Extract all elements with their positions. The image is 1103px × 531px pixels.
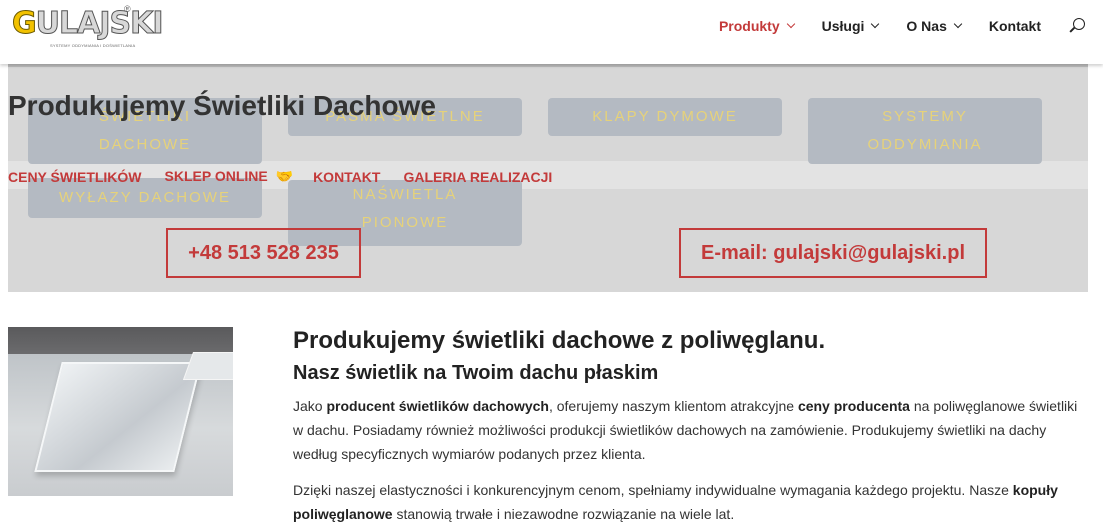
category-klapy-dymowe[interactable]: KLAPY DYMOWE xyxy=(548,98,782,136)
category-line: WYŁAZY DACHOWE xyxy=(59,189,231,206)
hero-links: CENY ŚWIETLIKÓW SKLEP ONLINE 🤝 KONTAKT G… xyxy=(8,168,575,185)
logo[interactable]: GULAJSKI ® SYSTEMY ODDYMIANIA I DOŚWIETL… xyxy=(12,4,164,50)
category-line: SYSTEMY xyxy=(882,108,968,125)
handshake-icon: 🤝 xyxy=(275,168,294,184)
chevron-down-icon xyxy=(871,19,880,29)
logo-text: GULAJSKI xyxy=(12,6,164,42)
site-header: GULAJSKI ® SYSTEMY ODDYMIANIA I DOŚWIETL… xyxy=(0,0,1103,64)
link-label: SKLEP ONLINE xyxy=(164,168,268,184)
link-kontakt[interactable]: KONTAKT xyxy=(313,169,380,185)
nav-label: Produkty xyxy=(718,18,780,34)
hero-divider xyxy=(8,64,1088,67)
nav-item-produkty[interactable]: Produkty xyxy=(718,18,795,34)
chevron-down-icon xyxy=(786,19,795,29)
category-line: DACHOWE xyxy=(98,136,192,153)
content-paragraph-2: Dzięki naszej elastyczności i konkurency… xyxy=(293,482,1058,522)
content-paragraph-1: Jako producent świetlików dachowych, ofe… xyxy=(293,398,1078,462)
nav-label: O Nas xyxy=(906,18,947,34)
content-title: Produkujemy świetliki dachowe z poliwęgl… xyxy=(293,327,826,354)
category-systemy-oddymiania[interactable]: SYSTEMY ODDYMIANIA xyxy=(808,98,1042,164)
nav-item-o-nas[interactable]: O Nas xyxy=(906,18,963,34)
nav-label: Usługi xyxy=(821,18,865,34)
logo-tagline: SYSTEMY ODDYMIANIA I DOŚWIETLANIA xyxy=(50,43,136,48)
nav-item-kontakt[interactable]: Kontakt xyxy=(989,18,1041,34)
link-ceny-swietlikow[interactable]: CENY ŚWIETLIKÓW xyxy=(8,169,142,185)
content-subtitle: Nasz świetlik na Twoim dachu płaskim xyxy=(293,362,659,384)
phone-button[interactable]: +48 513 528 235 xyxy=(166,228,361,278)
nav-label: Kontakt xyxy=(988,18,1041,34)
hero-title: Produkujemy Świetliki Dachowe xyxy=(8,90,436,121)
hero-section: ŚWIETLIKI DACHOWE PASMA ŚWIETLNE KLAPY D… xyxy=(8,64,1088,292)
skylight-photo xyxy=(8,327,233,496)
registered-mark: ® xyxy=(124,4,131,14)
skylight-dome-distant xyxy=(182,352,233,380)
link-galeria-realizacji[interactable]: GALERIA REALIZACJI xyxy=(403,169,552,185)
nav-item-uslugi[interactable]: Usługi xyxy=(821,18,880,34)
skylight-dome xyxy=(34,362,202,472)
chevron-down-icon xyxy=(953,19,963,29)
category-line: KLAPY DYMOWE xyxy=(592,108,738,125)
main-nav: Produkty Usługi O Nas Kontakt xyxy=(719,0,1103,52)
email-button[interactable]: E-mail: gulajski@gulajski.pl xyxy=(679,228,987,278)
category-line: NAŚWIETLA xyxy=(352,186,458,203)
link-sklep-online[interactable]: SKLEP ONLINE 🤝 xyxy=(165,168,294,185)
main-content: Produkujemy świetliki dachowe z poliwęgl… xyxy=(293,326,1083,526)
search-icon[interactable] xyxy=(1069,17,1087,35)
category-line: ODDYMIANIA xyxy=(867,136,983,153)
